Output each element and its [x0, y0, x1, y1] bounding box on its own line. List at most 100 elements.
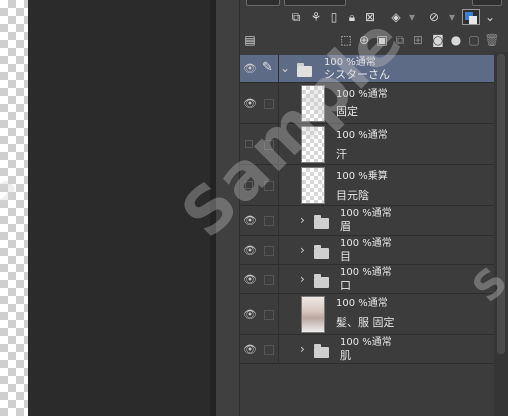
- trash-icon[interactable]: 🗑︎: [484, 32, 500, 48]
- eye-icon[interactable]: 👁︎: [243, 344, 257, 355]
- panel-gutter: [216, 0, 240, 416]
- chevron-right-icon[interactable]: ›: [300, 342, 305, 356]
- blend-mode-dropdown[interactable]: [284, 0, 346, 6]
- layer-name: 目: [340, 250, 351, 263]
- row-separator: [278, 206, 279, 235]
- reference-dropdown-icon[interactable]: ▾: [444, 9, 460, 25]
- eye-icon[interactable]: 👁︎: [243, 245, 257, 256]
- layer-row-me[interactable]: 👁︎ › 100 %通常 目: [240, 236, 494, 265]
- mask-add-icon[interactable]: ◙: [430, 32, 446, 48]
- layer-row-ase[interactable]: 100 %通常 汗: [240, 124, 494, 165]
- layer-mode: 100 %通常: [340, 238, 392, 249]
- blend-mode-dropdown-edge[interactable]: [246, 0, 280, 6]
- new-raster-layer-icon[interactable]: ⧉: [288, 9, 304, 25]
- lock-slot[interactable]: [264, 310, 274, 320]
- folder-icon: [314, 344, 329, 358]
- lock-slot[interactable]: [264, 99, 274, 109]
- lock-transparent-icon[interactable]: ⊠: [362, 9, 378, 25]
- eye-icon[interactable]: 👁︎: [243, 63, 257, 74]
- chevron-down-icon[interactable]: ⌄: [280, 61, 290, 75]
- layer-row-kuchi[interactable]: 👁︎ › 100 %通常 口: [240, 265, 494, 294]
- layer-toolbar-top: ⧉ ⚘ ▯ 🔒︎ ⊠ ◈ ▾ ⊘ ▾ ⌄: [240, 9, 508, 29]
- layer-panel: ⧉ ⚘ ▯ 🔒︎ ⊠ ◈ ▾ ⊘ ▾ ⌄ ▤ ⬚ ⊕ ▣ ⧉ ⊞ ◙ ● ▢ 🗑…: [240, 0, 508, 416]
- layer-mode: 100 %通常: [336, 130, 388, 141]
- folder-open-icon: [297, 63, 312, 77]
- layer-name: 固定: [336, 105, 358, 118]
- layer-row-mayu[interactable]: 👁︎ › 100 %通常 眉: [240, 206, 494, 236]
- lock-slot[interactable]: [264, 345, 274, 355]
- layer-mode: 100 %乗算: [336, 171, 388, 182]
- layer-name: 肌: [340, 349, 351, 362]
- layer-thumbnail: [301, 85, 325, 122]
- merge-icon[interactable]: ⊞: [410, 32, 426, 48]
- lock-icon[interactable]: 🔒︎: [344, 9, 360, 25]
- mask-apply-icon[interactable]: ●: [448, 32, 464, 48]
- layer-thumbnail: [301, 296, 325, 333]
- layer-row-hada[interactable]: 👁︎ › 100 %通常 肌: [240, 335, 494, 364]
- color-dropdown-icon[interactable]: ⌄: [482, 9, 498, 25]
- eye-icon[interactable]: 👁︎: [243, 309, 257, 320]
- layer-mode: 100 %通常: [336, 298, 388, 309]
- transfer-icon[interactable]: ⚘: [308, 9, 324, 25]
- folder-icon: [314, 245, 329, 259]
- reference-icon[interactable]: ⊘: [426, 9, 442, 25]
- row-separator: [278, 55, 279, 82]
- row-separator: [278, 83, 279, 123]
- row-separator: [278, 165, 279, 205]
- chevron-right-icon[interactable]: ›: [300, 213, 305, 227]
- blend-controls-bar: [240, 0, 508, 8]
- row-separator: [278, 294, 279, 334]
- layer-name: 口: [340, 279, 351, 292]
- edit-pen-icon: ✎: [262, 60, 273, 75]
- chevron-right-icon[interactable]: ›: [300, 272, 305, 286]
- lock-slot[interactable]: [264, 181, 274, 191]
- layer-mode: 100 %通常: [340, 267, 392, 278]
- hidden-eye-slot[interactable]: [245, 181, 253, 189]
- mask-delete-icon[interactable]: ▢: [466, 32, 482, 48]
- duplicate-icon[interactable]: ⧉: [392, 32, 408, 48]
- row-separator: [278, 236, 279, 264]
- layer-name: 髪、服 固定: [336, 316, 395, 329]
- layer-row-kami-fuku[interactable]: 👁︎ 100 %通常 髪、服 固定: [240, 294, 494, 335]
- opacity-field[interactable]: [472, 0, 502, 6]
- layer-property-icon[interactable]: ▤: [242, 32, 258, 48]
- color-swatch-icon[interactable]: [462, 9, 480, 25]
- lock-slot[interactable]: [264, 140, 274, 150]
- layer-toolbar-bottom: ▤ ⬚ ⊕ ▣ ⧉ ⊞ ◙ ● ▢ 🗑︎: [240, 32, 508, 52]
- layer-row-folder-sister[interactable]: 👁︎ ✎ ⌄ 100 %通常 シスターさん: [240, 55, 494, 83]
- new-layer-icon[interactable]: ⬚: [338, 32, 354, 48]
- layer-name: 汗: [336, 148, 347, 161]
- row-separator: [278, 335, 279, 363]
- layer-mode: 100 %通常: [340, 208, 392, 219]
- folder-icon: [314, 215, 329, 229]
- mask-dropdown-icon[interactable]: ▾: [404, 9, 420, 25]
- layer-scrollbar[interactable]: [494, 52, 508, 416]
- new-folder-icon[interactable]: ▣: [374, 32, 390, 48]
- layer-mode: 100 %通常: [336, 89, 388, 100]
- chevron-right-icon[interactable]: ›: [300, 243, 305, 257]
- clip-icon[interactable]: ▯: [326, 9, 342, 25]
- layer-thumbnail: [301, 167, 325, 204]
- eye-icon[interactable]: 👁︎: [243, 215, 257, 226]
- layer-name: シスターさん: [324, 68, 390, 81]
- row-separator: [278, 124, 279, 164]
- layer-list: 👁︎ ✎ ⌄ 100 %通常 シスターさん 👁︎ 100 %通常 固定 100 …: [240, 55, 494, 364]
- layer-row-kotei[interactable]: 👁︎ 100 %通常 固定: [240, 83, 494, 124]
- new-vector-icon[interactable]: ⊕: [356, 32, 372, 48]
- layer-mode: 100 %通常: [340, 337, 392, 348]
- mask-icon[interactable]: ◈: [388, 9, 404, 25]
- row-separator: [278, 265, 279, 293]
- canvas-background[interactable]: [28, 0, 210, 416]
- lock-slot[interactable]: [264, 275, 274, 285]
- lock-slot[interactable]: [264, 216, 274, 226]
- folder-icon: [314, 274, 329, 288]
- layer-row-memotokage[interactable]: 100 %乗算 目元陰: [240, 165, 494, 206]
- eye-icon[interactable]: 👁︎: [243, 98, 257, 109]
- layer-thumbnail: [301, 126, 325, 163]
- layer-name: 眉: [340, 220, 351, 233]
- layer-name: 目元陰: [336, 189, 369, 202]
- lock-slot[interactable]: [264, 246, 274, 256]
- app-window: ⧉ ⚘ ▯ 🔒︎ ⊠ ◈ ▾ ⊘ ▾ ⌄ ▤ ⬚ ⊕ ▣ ⧉ ⊞ ◙ ● ▢ 🗑…: [0, 0, 508, 416]
- eye-icon[interactable]: 👁︎: [243, 274, 257, 285]
- hidden-eye-slot[interactable]: [245, 140, 253, 148]
